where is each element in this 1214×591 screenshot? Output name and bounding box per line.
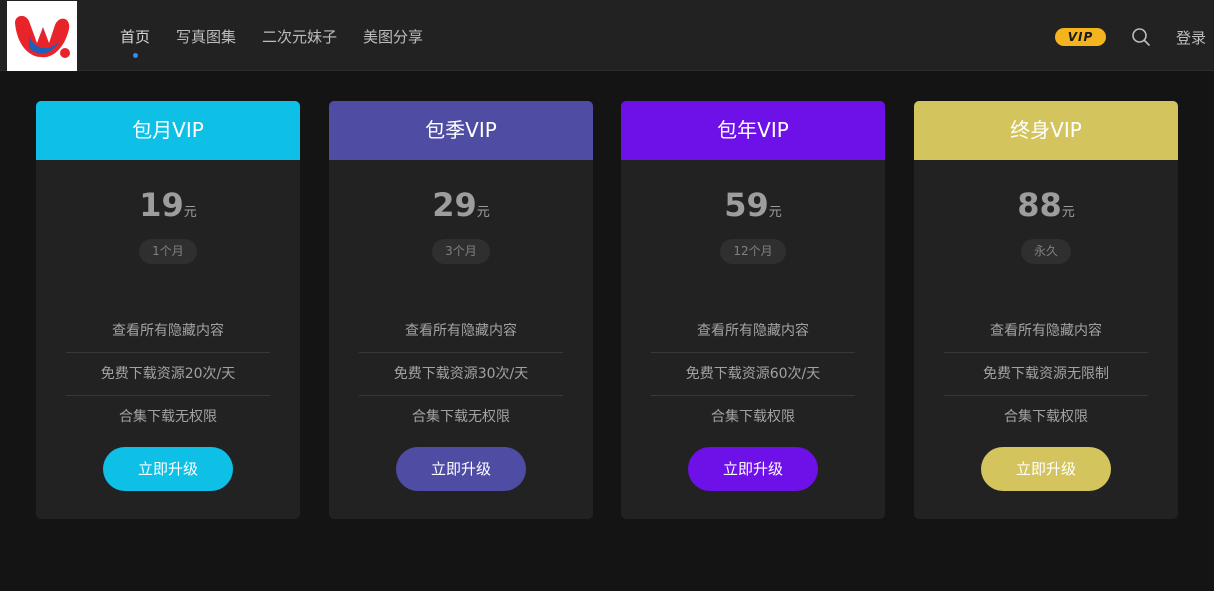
- nav-item-photo-albums[interactable]: 写真图集: [176, 0, 236, 71]
- price-amount: 88: [1017, 186, 1062, 224]
- feature-item: 合集下载无权限: [412, 409, 510, 425]
- plan-title: 包年VIP: [621, 101, 885, 160]
- plan-title: 终身VIP: [914, 101, 1178, 160]
- feature-item: 合集下载权限: [1004, 409, 1088, 425]
- plan-period-badge: 永久: [1020, 239, 1071, 264]
- nav-item-label: 美图分享: [363, 28, 424, 46]
- login-link[interactable]: 登录: [1176, 27, 1206, 48]
- plan-card-yearly: 包年VIP 59元 12个月 查看所有隐藏内容 免费下载资源60次/天 合集下载…: [621, 101, 885, 519]
- price-amount: 29: [432, 186, 477, 224]
- plan-price: 19元: [36, 186, 300, 228]
- plan-price: 29元: [329, 186, 593, 228]
- price-unit: 元: [768, 205, 782, 220]
- nav-item-image-share[interactable]: 美图分享: [363, 0, 423, 71]
- plan-features: 查看所有隐藏内容 免费下载资源60次/天 合集下载权限: [651, 310, 855, 439]
- price-unit: 元: [183, 205, 197, 220]
- plan-period-badge: 1个月: [139, 239, 197, 264]
- main-nav: 首页 写真图集 二次元妹子 美图分享: [120, 0, 449, 71]
- nav-item-label: 二次元妹子: [262, 28, 338, 46]
- feature-item: 免费下载资源60次/天: [651, 353, 855, 396]
- feature-item: 查看所有隐藏内容: [66, 310, 270, 353]
- plan-title: 包季VIP: [329, 101, 593, 160]
- vip-badge[interactable]: VIP: [1055, 28, 1106, 46]
- plan-card-lifetime: 终身VIP 88元 永久 查看所有隐藏内容 免费下载资源无限制 合集下载权限 立…: [914, 101, 1178, 519]
- plan-features: 查看所有隐藏内容 免费下载资源无限制 合集下载权限: [944, 310, 1148, 439]
- feature-item: 查看所有隐藏内容: [651, 310, 855, 353]
- plan-price: 59元: [621, 186, 885, 228]
- plan-period-badge: 3个月: [432, 239, 490, 264]
- nav-item-label: 写真图集: [176, 28, 237, 46]
- nav-item-home[interactable]: 首页: [120, 0, 150, 71]
- feature-item: 合集下载权限: [711, 409, 795, 425]
- plan-title: 包月VIP: [36, 101, 300, 160]
- search-icon[interactable]: [1131, 27, 1151, 47]
- plan-period-badge: 12个月: [720, 239, 786, 264]
- plan-price: 88元: [914, 186, 1178, 228]
- site-logo[interactable]: [7, 1, 77, 71]
- plan-features: 查看所有隐藏内容 免费下载资源30次/天 合集下载无权限: [359, 310, 563, 439]
- plan-features: 查看所有隐藏内容 免费下载资源20次/天 合集下载无权限: [66, 310, 270, 439]
- upgrade-button[interactable]: 立即升级: [981, 447, 1111, 491]
- upgrade-button[interactable]: 立即升级: [103, 447, 233, 491]
- feature-item: 免费下载资源无限制: [944, 353, 1148, 396]
- nav-item-label: 首页: [120, 28, 151, 46]
- plan-card-monthly: 包月VIP 19元 1个月 查看所有隐藏内容 免费下载资源20次/天 合集下载无…: [36, 101, 300, 519]
- feature-item: 合集下载无权限: [119, 409, 217, 425]
- feature-item: 免费下载资源20次/天: [66, 353, 270, 396]
- price-amount: 19: [139, 186, 184, 224]
- top-navigation-bar: 首页 写真图集 二次元妹子 美图分享 VIP 登录: [0, 0, 1214, 71]
- feature-item: 查看所有隐藏内容: [359, 310, 563, 353]
- feature-item: 查看所有隐藏内容: [944, 310, 1148, 353]
- price-amount: 59: [724, 186, 769, 224]
- price-unit: 元: [1061, 205, 1075, 220]
- price-unit: 元: [476, 205, 490, 220]
- feature-item: 免费下载资源30次/天: [359, 353, 563, 396]
- logo-icon: [15, 15, 70, 58]
- upgrade-button[interactable]: 立即升级: [688, 447, 818, 491]
- nav-item-anime-girls[interactable]: 二次元妹子: [262, 0, 337, 71]
- active-indicator-dot: [133, 53, 138, 58]
- plan-card-quarterly: 包季VIP 29元 3个月 查看所有隐藏内容 免费下载资源30次/天 合集下载无…: [329, 101, 593, 519]
- upgrade-button[interactable]: 立即升级: [396, 447, 526, 491]
